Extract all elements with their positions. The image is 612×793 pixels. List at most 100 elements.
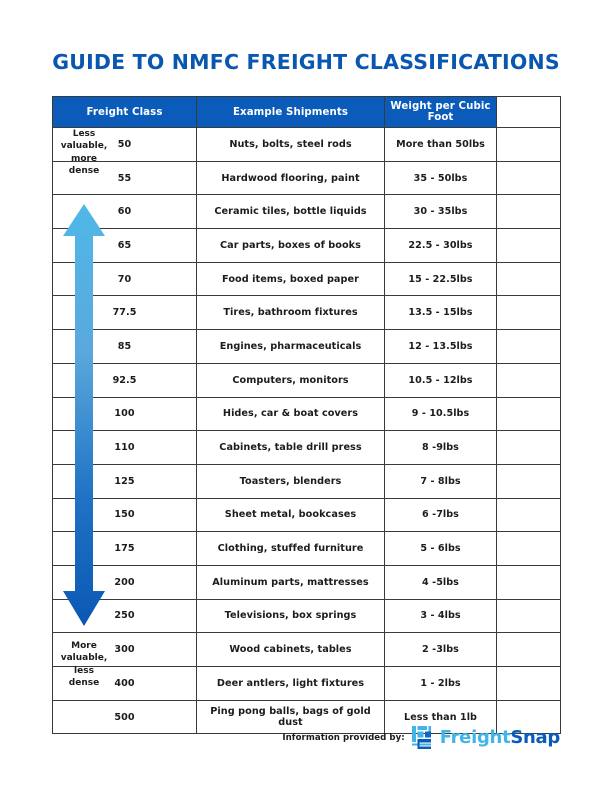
cell-freight-class: 92.5	[52, 362, 197, 398]
cell-scale-spacer	[496, 564, 561, 600]
cell-scale-spacer	[496, 160, 561, 196]
table-body: 50 Nuts, bolts, steel rods More than 50lbs…	[52, 127, 561, 735]
cell-freight-class: 50	[52, 127, 197, 162]
cell-weight-per-cubic-foot: 15 - 22.5lbs	[384, 261, 497, 297]
cell-freight-class: 400	[52, 666, 197, 701]
cell-freight-class: 250	[52, 598, 197, 634]
cell-scale-spacer	[496, 261, 561, 297]
cell-freight-class: 85	[52, 329, 197, 364]
cell-freight-class: 77.5	[52, 295, 197, 331]
cell-example-shipments: Ceramic tiles, bottle liquids	[196, 194, 385, 230]
cell-scale-spacer	[496, 329, 561, 364]
cell-freight-class: 150	[52, 497, 197, 533]
page-title: GUIDE TO NMFC FREIGHT CLASSIFICATIONS	[52, 50, 560, 74]
cell-example-shipments: Tires, bathroom fixtures	[196, 295, 385, 331]
logo-word-snap: Snap	[510, 726, 560, 748]
freightsnap-grid-logo-icon	[411, 726, 431, 749]
cell-weight-per-cubic-foot: 9 - 10.5lbs	[384, 396, 497, 432]
cell-weight-per-cubic-foot: 5 - 6lbs	[384, 531, 497, 566]
cell-scale-spacer	[496, 632, 561, 667]
cell-scale-spacer	[496, 127, 561, 162]
table-row: 77.5 Tires, bathroom fixtures 13.5 - 15lbs	[52, 295, 561, 331]
cell-weight-per-cubic-foot: 4 -5lbs	[384, 564, 497, 600]
cell-freight-class: 55	[52, 160, 197, 196]
table-row: 100 Hides, car & boat covers 9 - 10.5lbs	[52, 396, 561, 432]
cell-scale-spacer	[496, 497, 561, 533]
cell-example-shipments: Aluminum parts, mattresses	[196, 564, 385, 600]
cell-example-shipments: Car parts, boxes of books	[196, 228, 385, 263]
logo-wordmark: FreightSnap	[439, 726, 561, 748]
table-row: 125 Toasters, blenders 7 - 8lbs	[52, 463, 561, 499]
cell-scale-spacer	[496, 666, 561, 701]
cell-weight-per-cubic-foot: 3 - 4lbs	[384, 598, 497, 634]
table-row: 60 Ceramic tiles, bottle liquids 30 - 35lb…	[52, 194, 561, 230]
cell-freight-class: 175	[52, 531, 197, 566]
cell-example-shipments: Toasters, blenders	[196, 463, 385, 499]
table-row: 110 Cabinets, table drill press 8 -9lbs	[52, 430, 561, 465]
cell-example-shipments: Clothing, stuffed furniture	[196, 531, 385, 566]
footer: Information provided by: FreightSnap	[0, 726, 560, 749]
cell-weight-per-cubic-foot: More than 50lbs	[384, 127, 497, 162]
column-header-scale-blank	[496, 96, 561, 128]
cell-scale-spacer	[496, 396, 561, 432]
cell-weight-per-cubic-foot: 7 - 8lbs	[384, 463, 497, 499]
cell-weight-per-cubic-foot: 12 - 13.5lbs	[384, 329, 497, 364]
column-header-weight-per-cubic-foot: Weight per Cubic Foot	[384, 96, 497, 128]
cell-example-shipments: Nuts, bolts, steel rods	[196, 127, 385, 162]
cell-example-shipments: Deer antlers, light fixtures	[196, 666, 385, 701]
freight-classification-table: Freight Class Example Shipments Weight p…	[52, 96, 561, 735]
cell-weight-per-cubic-foot: 35 - 50lbs	[384, 160, 497, 196]
cell-scale-spacer	[496, 228, 561, 263]
cell-example-shipments: Wood cabinets, tables	[196, 632, 385, 667]
cell-freight-class: 300	[52, 632, 197, 667]
column-header-freight-class: Freight Class	[52, 96, 197, 128]
cell-scale-spacer	[496, 598, 561, 634]
table-row: 55 Hardwood flooring, paint 35 - 50lbs	[52, 160, 561, 196]
cell-scale-spacer	[496, 362, 561, 398]
cell-scale-spacer	[496, 430, 561, 465]
table-row: 400 Deer antlers, light fixtures 1 - 2lbs	[52, 666, 561, 701]
freight-classification-table-wrapper: Freight Class Example Shipments Weight p…	[52, 96, 561, 735]
cell-scale-spacer	[496, 531, 561, 566]
cell-weight-per-cubic-foot: 13.5 - 15lbs	[384, 295, 497, 331]
cell-example-shipments: Hides, car & boat covers	[196, 396, 385, 432]
cell-freight-class: 125	[52, 463, 197, 499]
cell-freight-class: 60	[52, 194, 197, 230]
cell-weight-per-cubic-foot: 10.5 - 12lbs	[384, 362, 497, 398]
cell-freight-class: 110	[52, 430, 197, 465]
table-row: 65 Car parts, boxes of books 22.5 - 30lbs	[52, 228, 561, 263]
table-row: 85 Engines, pharmaceuticals 12 - 13.5lbs	[52, 329, 561, 364]
cell-freight-class: 65	[52, 228, 197, 263]
freightsnap-logo: FreightSnap	[411, 726, 561, 749]
cell-example-shipments: Hardwood flooring, paint	[196, 160, 385, 196]
logo-word-freight: Freight	[439, 726, 511, 748]
cell-scale-spacer	[496, 194, 561, 230]
cell-example-shipments: Televisions, box springs	[196, 598, 385, 634]
credit-text: Information provided by:	[282, 732, 405, 743]
cell-example-shipments: Cabinets, table drill press	[196, 430, 385, 465]
cell-weight-per-cubic-foot: 22.5 - 30lbs	[384, 228, 497, 263]
cell-example-shipments: Engines, pharmaceuticals	[196, 329, 385, 364]
cell-weight-per-cubic-foot: 30 - 35lbs	[384, 194, 497, 230]
table-row: 70 Food items, boxed paper 15 - 22.5lbs	[52, 261, 561, 297]
cell-weight-per-cubic-foot: 6 -7lbs	[384, 497, 497, 533]
table-row: 150 Sheet metal, bookcases 6 -7lbs	[52, 497, 561, 533]
table-header-row: Freight Class Example Shipments Weight p…	[52, 96, 561, 128]
table-row: 250 Televisions, box springs 3 - 4lbs	[52, 598, 561, 634]
cell-weight-per-cubic-foot: 8 -9lbs	[384, 430, 497, 465]
cell-weight-per-cubic-foot: 1 - 2lbs	[384, 666, 497, 701]
cell-example-shipments: Computers, monitors	[196, 362, 385, 398]
table-row: 200 Aluminum parts, mattresses 4 -5lbs	[52, 564, 561, 600]
table-header: Freight Class Example Shipments Weight p…	[52, 96, 561, 128]
cell-example-shipments: Food items, boxed paper	[196, 261, 385, 297]
cell-weight-per-cubic-foot: 2 -3lbs	[384, 632, 497, 667]
column-header-example-shipments: Example Shipments	[196, 96, 385, 128]
table-row: 50 Nuts, bolts, steel rods More than 50lbs	[52, 127, 561, 162]
cell-freight-class: 200	[52, 564, 197, 600]
table-row: 175 Clothing, stuffed furniture 5 - 6lbs	[52, 531, 561, 566]
cell-scale-spacer	[496, 463, 561, 499]
cell-example-shipments: Sheet metal, bookcases	[196, 497, 385, 533]
cell-freight-class: 70	[52, 261, 197, 297]
table-row: 300 Wood cabinets, tables 2 -3lbs	[52, 632, 561, 667]
cell-scale-spacer	[496, 295, 561, 331]
